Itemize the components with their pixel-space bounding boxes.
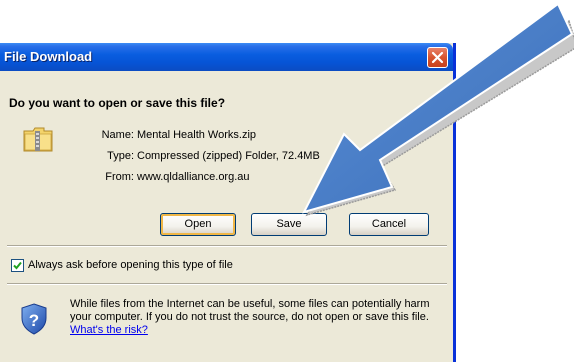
separator bbox=[7, 283, 447, 285]
cancel-button[interactable]: Cancel bbox=[349, 213, 429, 236]
type-label: Type: bbox=[107, 150, 134, 162]
file-download-dialog: File Download Do you want to open or sav… bbox=[0, 43, 456, 362]
close-icon bbox=[431, 51, 444, 64]
file-name-value: Mental Health Works.zip bbox=[137, 129, 257, 141]
dialog-question: Do you want to open or save this file? bbox=[9, 96, 226, 110]
file-type-value: Compressed (zipped) Folder, 72.4MB bbox=[137, 150, 320, 162]
separator bbox=[7, 245, 447, 247]
name-label: Name: bbox=[101, 129, 134, 141]
save-button[interactable]: Save bbox=[251, 213, 327, 236]
dialog-title: File Download bbox=[4, 49, 93, 64]
svg-text:?: ? bbox=[29, 311, 39, 330]
security-shield-icon: ? bbox=[20, 303, 48, 340]
whats-the-risk-link[interactable]: What's the risk? bbox=[70, 324, 148, 336]
title-bar[interactable]: File Download bbox=[0, 43, 453, 71]
warning-text: While files from the Internet can be use… bbox=[70, 298, 430, 323]
always-ask-label[interactable]: Always ask before opening this type of f… bbox=[28, 259, 233, 271]
open-button[interactable]: Open bbox=[160, 213, 236, 236]
always-ask-checkbox[interactable] bbox=[11, 259, 24, 272]
security-warning: While files from the Internet can be use… bbox=[70, 298, 448, 337]
screenshot-stage: File Download Do you want to open or sav… bbox=[0, 0, 574, 362]
from-label: From: bbox=[105, 171, 134, 183]
close-button[interactable] bbox=[427, 47, 448, 68]
file-source-value: www.qldalliance.org.au bbox=[137, 171, 250, 183]
checkmark-icon bbox=[13, 261, 22, 270]
